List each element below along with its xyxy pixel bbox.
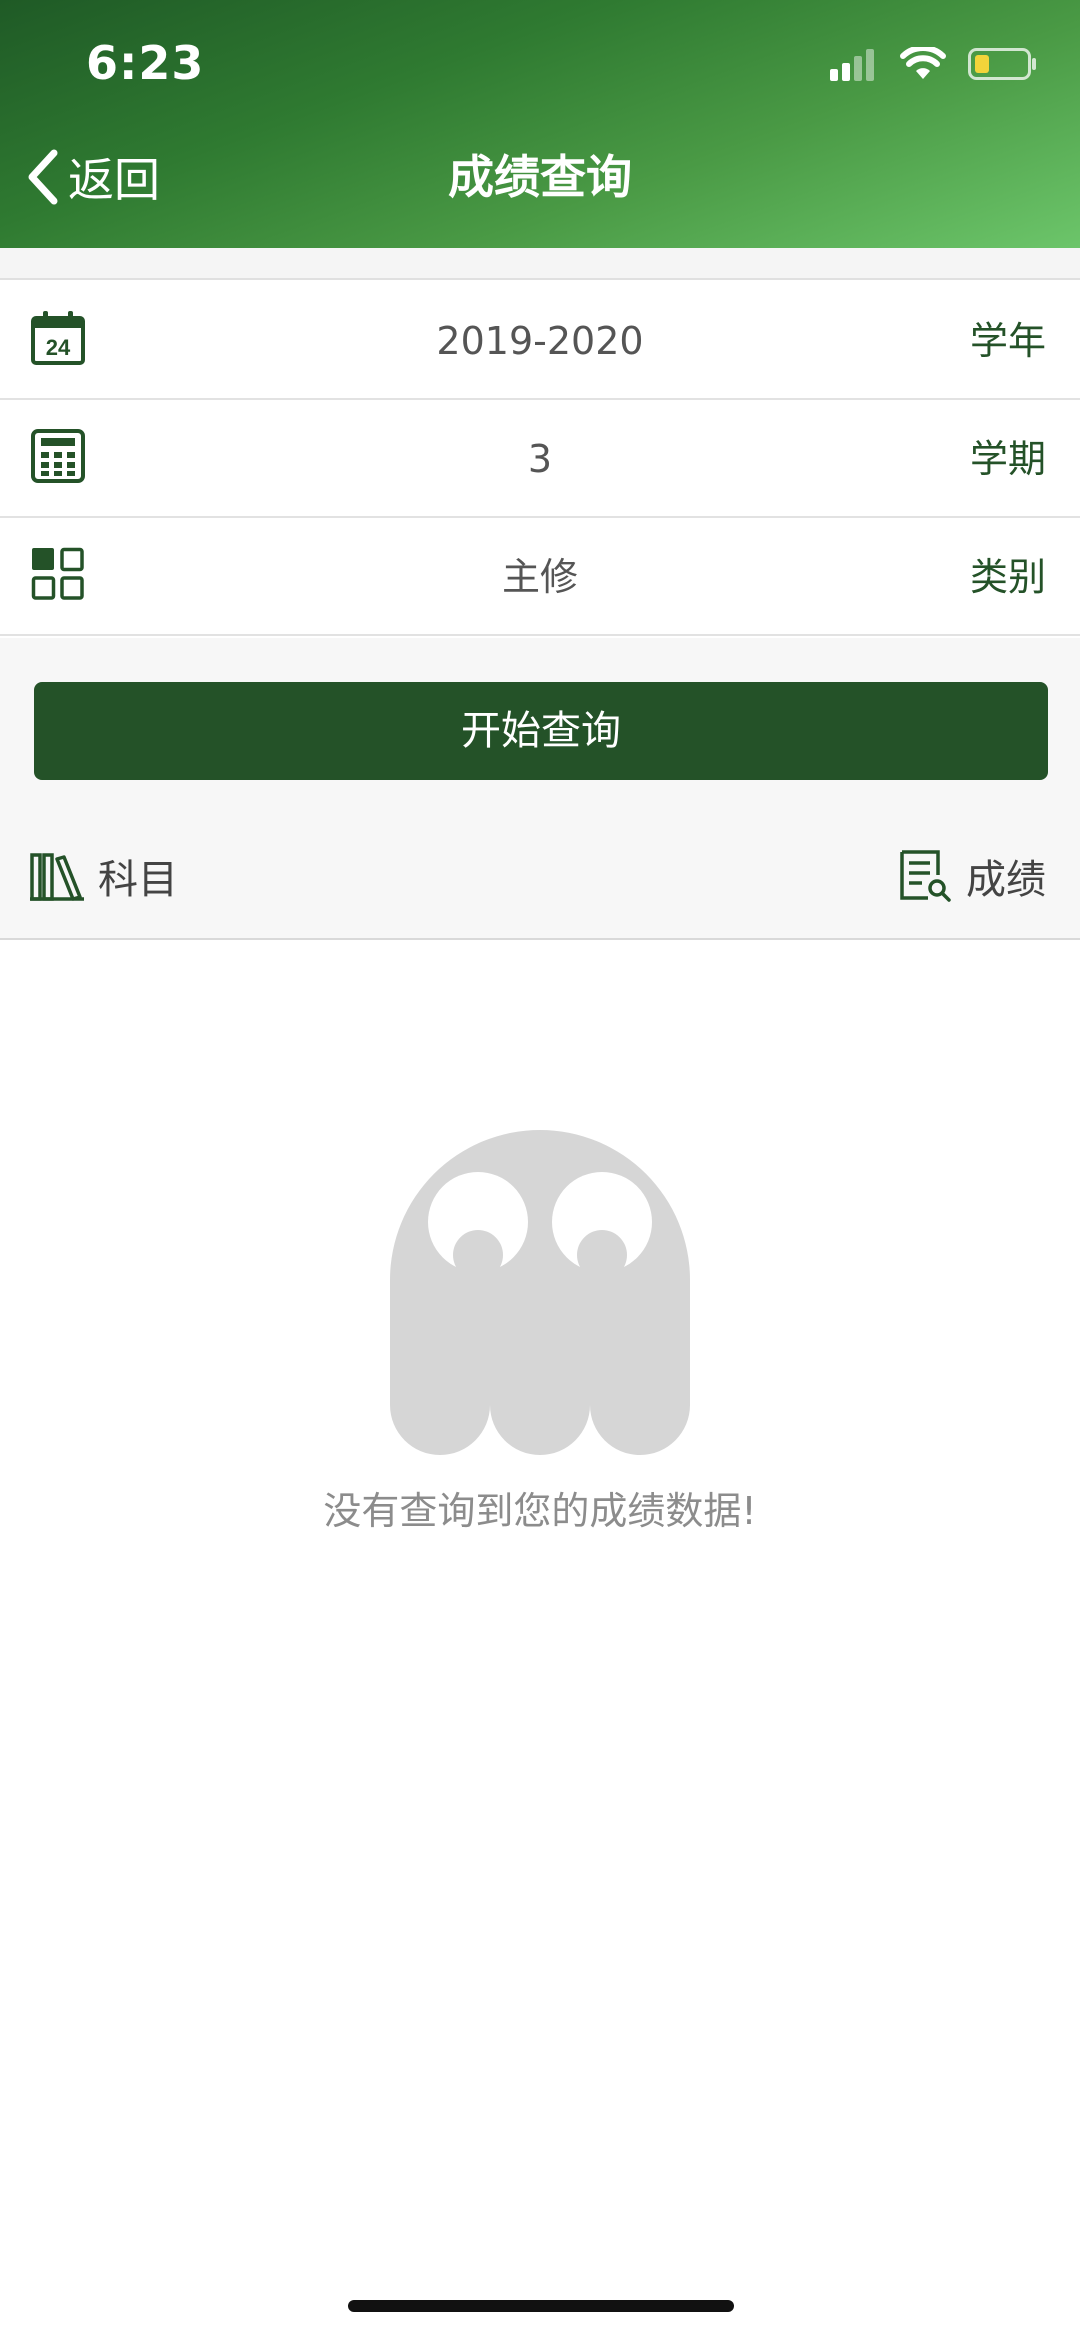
page-title: 成绩查询 — [448, 150, 632, 204]
category-value: 主修 — [501, 555, 578, 599]
app-header: 6:23 返回 成绩查询 — [0, 0, 1080, 248]
books-icon — [30, 853, 84, 901]
wifi-icon — [900, 47, 946, 79]
subject-column-header: 科目 — [30, 848, 178, 904]
filter-row-term[interactable]: 3 学期 — [0, 400, 1080, 518]
score-column-header: 成绩 — [898, 848, 1046, 904]
filter-row-year[interactable]: 24 2019-2020 学年 — [0, 282, 1080, 400]
query-section: 开始查询 科目 成绩 — [0, 638, 1080, 940]
filter-row-category[interactable]: 主修 类别 — [0, 518, 1080, 636]
empty-state-message: 没有查询到您的成绩数据! — [323, 1489, 757, 1533]
term-label: 学期 — [969, 437, 1046, 481]
year-value: 2019-2020 — [436, 319, 644, 363]
battery-icon — [968, 48, 1036, 80]
status-icons — [830, 44, 1038, 84]
empty-ghost-icon — [390, 1130, 690, 1455]
category-label: 类别 — [969, 555, 1046, 599]
top-spacer — [0, 248, 1080, 280]
term-value: 3 — [527, 437, 553, 481]
subject-label: 科目 — [98, 857, 178, 903]
cellular-signal-icon — [830, 49, 874, 81]
document-search-icon — [900, 850, 951, 902]
score-label: 成绩 — [966, 857, 1046, 903]
status-time: 6:23 — [86, 36, 205, 90]
home-indicator[interactable] — [348, 2300, 734, 2312]
start-query-button[interactable]: 开始查询 — [34, 682, 1048, 780]
year-label: 学年 — [969, 319, 1046, 363]
